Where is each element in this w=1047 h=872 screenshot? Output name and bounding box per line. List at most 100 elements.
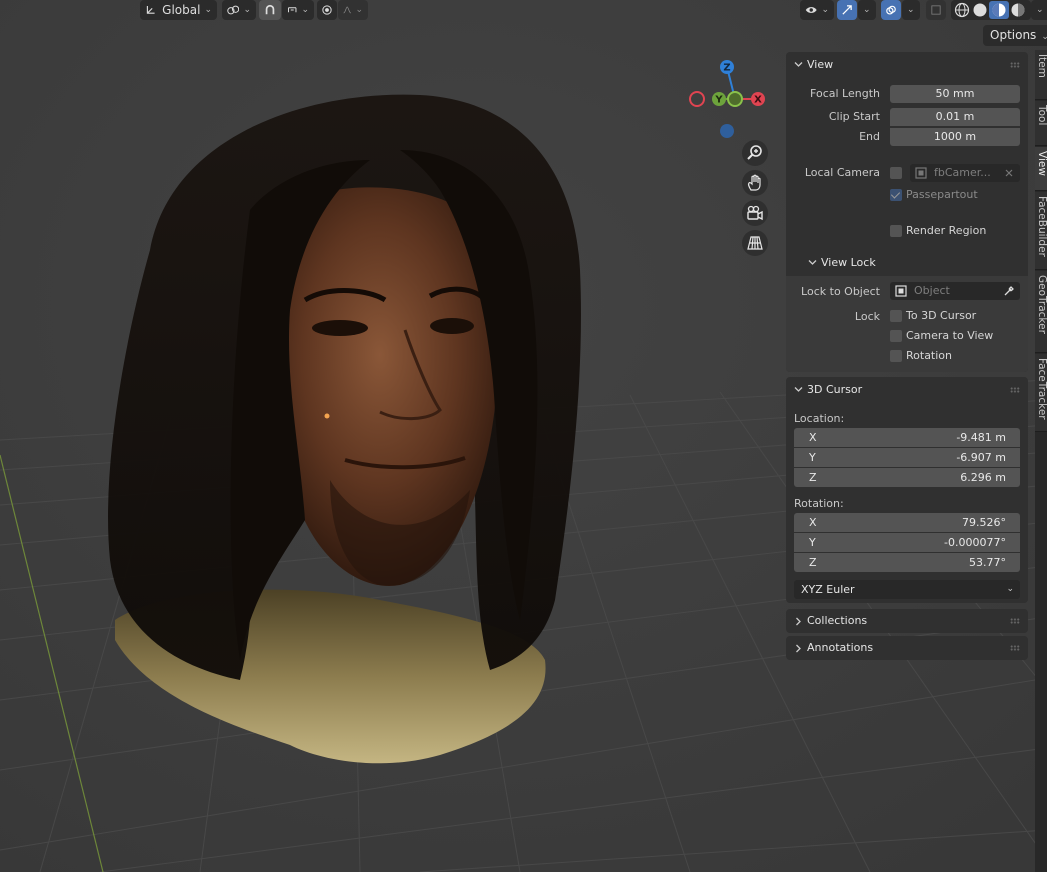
snap-target-dropdown[interactable]: ⌄: [282, 0, 314, 20]
render-region-label: Render Region: [906, 224, 987, 237]
view-lock-header[interactable]: View Lock: [786, 250, 1028, 274]
axis-label: Y: [809, 536, 816, 549]
collections-panel[interactable]: Collections: [786, 609, 1028, 633]
gizmo-dropdown[interactable]: ⌄: [858, 0, 876, 20]
chevron-down-icon: ⌄: [355, 5, 363, 15]
cursor-rotation-x-field[interactable]: X 79.526°: [794, 513, 1020, 532]
camera-view-button[interactable]: [742, 200, 768, 226]
tab-facebuilder-label: FaceBuilder: [1036, 196, 1047, 257]
tab-tool[interactable]: Tool: [1035, 101, 1047, 146]
chevron-down-icon: ⌄: [1041, 32, 1047, 42]
material-shading-icon[interactable]: [989, 1, 1009, 19]
wireframe-shading-icon[interactable]: [953, 1, 971, 19]
options-dropdown[interactable]: Options ⌄: [983, 25, 1047, 46]
render-region-checkbox[interactable]: [890, 225, 902, 237]
pivot-icon: [227, 5, 240, 15]
pan-hand-icon: [748, 174, 761, 191]
shading-dropdown[interactable]: ⌄: [1031, 0, 1047, 20]
clip-start-field[interactable]: 0.01 m: [890, 108, 1020, 126]
camera-to-view-checkbox[interactable]: [890, 330, 902, 342]
tab-facebuilder[interactable]: FaceBuilder: [1035, 192, 1047, 270]
rendered-shading-icon[interactable]: [1009, 1, 1027, 19]
axis-y-label: Y: [714, 95, 723, 106]
drag-handle-icon[interactable]: [1010, 387, 1020, 393]
xray-toggle[interactable]: [926, 0, 946, 20]
zoom-icon: [747, 145, 762, 160]
navigation-gizmo[interactable]: Z Y X: [685, 55, 775, 145]
tab-facetracker[interactable]: FaceTracker: [1035, 354, 1047, 432]
chevron-down-icon: ⌄: [821, 5, 829, 15]
sidebar-panel: View Focal Length 50 mm Clip Start 0.01 …: [786, 50, 1034, 662]
lock-to-object-placeholder: Object: [914, 284, 950, 297]
chevron-down-icon: ⌄: [1006, 584, 1014, 594]
3d-cursor-panel-header[interactable]: 3D Cursor: [786, 377, 1028, 403]
falloff-dropdown[interactable]: ⌄: [338, 0, 368, 20]
passepartout-checkbox[interactable]: [890, 189, 902, 201]
local-camera-checkbox[interactable]: [890, 167, 902, 179]
collections-title: Collections: [807, 614, 868, 627]
perspective-toggle-button[interactable]: [742, 230, 768, 256]
drag-handle-icon[interactable]: [1010, 645, 1020, 651]
snap-toggle[interactable]: [259, 0, 281, 20]
pivot-point-dropdown[interactable]: ⌄: [222, 0, 256, 20]
pan-button[interactable]: [742, 170, 768, 196]
cursor-rotation-y-field[interactable]: Y -0.000077°: [794, 533, 1020, 552]
chevron-down-icon: [794, 387, 803, 392]
gizmo-toggle[interactable]: [837, 0, 857, 20]
tab-view-label: View: [1036, 151, 1047, 176]
xray-icon: [931, 5, 941, 15]
snap-target-icon: [288, 7, 297, 13]
solid-shading-icon[interactable]: [971, 1, 989, 19]
rotation-mode-dropdown[interactable]: XYZ Euler ⌄: [794, 580, 1020, 599]
chevron-right-icon: [796, 644, 801, 653]
cursor-location-label: Location:: [794, 412, 845, 425]
clip-start-label: Clip Start: [828, 110, 880, 123]
chevron-down-icon: [794, 62, 803, 67]
eyedropper-icon[interactable]: [1003, 285, 1015, 297]
cursor-location-x-field[interactable]: X -9.481 m: [794, 428, 1020, 447]
gizmo-icon: [842, 5, 852, 15]
tab-geotracker[interactable]: GeoTracker: [1035, 271, 1047, 353]
view-panel-header[interactable]: View: [786, 52, 1028, 78]
proportional-edit-toggle[interactable]: [317, 0, 337, 20]
drag-handle-icon[interactable]: [1010, 62, 1020, 68]
overlay-toggle[interactable]: [881, 0, 901, 20]
annotations-panel[interactable]: Annotations: [786, 636, 1028, 660]
focal-length-field[interactable]: 50 mm: [890, 85, 1020, 103]
chevron-down-icon: ⌄: [204, 5, 212, 15]
local-camera-field[interactable]: fbCamer...: [910, 164, 1020, 182]
axis-label: Z: [809, 556, 817, 569]
falloff-icon: [343, 6, 351, 14]
chevron-down-icon: ⌄: [863, 5, 871, 15]
axis-value: -6.907 m: [956, 451, 1006, 464]
tab-item[interactable]: Item: [1035, 50, 1047, 100]
clip-end-field[interactable]: 1000 m: [890, 128, 1020, 146]
lock-label: Lock: [854, 310, 880, 323]
camera-view-icon: [747, 205, 763, 221]
cursor-location-y-field[interactable]: Y -6.907 m: [794, 448, 1020, 467]
overlay-dropdown[interactable]: ⌄: [902, 0, 920, 20]
lock-rotation-checkbox[interactable]: [890, 350, 902, 362]
drag-handle-icon[interactable]: [1010, 618, 1020, 624]
viewport-header: Global ⌄ ⌄ ⌄ ⌄ ⌄ ⌄ ⌄ ⌄: [0, 0, 1047, 22]
cursor-rotation-z-field[interactable]: Z 53.77°: [794, 553, 1020, 572]
visibility-dropdown[interactable]: ⌄: [800, 0, 834, 20]
chevron-down-icon: ⌄: [243, 5, 251, 15]
zoom-button[interactable]: [742, 140, 768, 166]
3d-viewport[interactable]: Global ⌄ ⌄ ⌄ ⌄ ⌄ ⌄ ⌄ ⌄ Options ⌄ Z Y X I…: [0, 0, 1047, 872]
close-icon[interactable]: [1005, 169, 1013, 177]
transform-orientation-dropdown[interactable]: Global ⌄: [140, 0, 217, 20]
axis-neg-z-handle: [720, 124, 734, 138]
annotations-title: Annotations: [807, 641, 874, 654]
axis-label: X: [809, 431, 817, 444]
cursor-location-z-field[interactable]: Z 6.296 m: [794, 468, 1020, 487]
axis-label: X: [809, 516, 817, 529]
axis-label: Y: [809, 451, 816, 464]
tab-view[interactable]: View: [1035, 147, 1047, 191]
rotation-mode-value: XYZ Euler: [801, 583, 855, 596]
clip-end-label: End: [859, 130, 880, 143]
proportional-edit-icon: [322, 5, 332, 15]
lock-to-3d-cursor-checkbox[interactable]: [890, 310, 902, 322]
view-lock-body: Lock to Object Object Lock To 3D Cursor …: [786, 276, 1028, 372]
lock-to-object-field[interactable]: Object: [890, 282, 1020, 300]
